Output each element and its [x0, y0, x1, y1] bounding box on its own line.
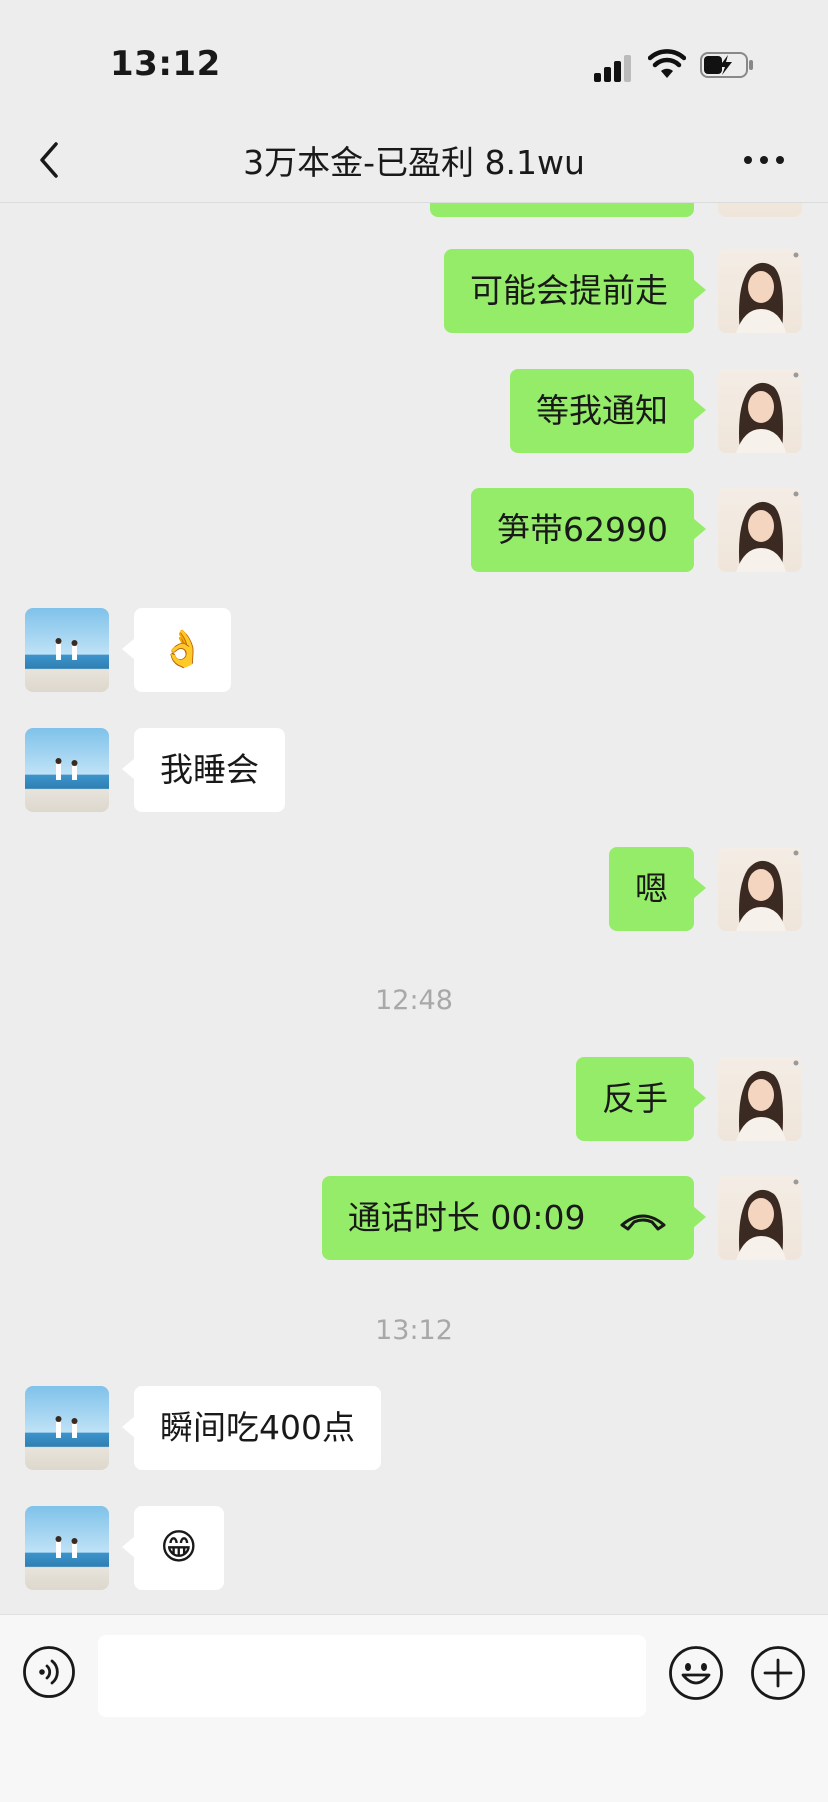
- message-bubble-other[interactable]: 👌: [122, 608, 231, 692]
- message-bubble-self[interactable]: 等我通知: [510, 369, 706, 453]
- wifi-icon: [648, 49, 686, 78]
- avatar-self[interactable]: [718, 847, 802, 931]
- message-bubble-self[interactable]: 可能会提前走: [444, 249, 706, 333]
- avatar-self[interactable]: [718, 369, 802, 453]
- message-bubble-partial: [430, 203, 694, 217]
- avatar-contact[interactable]: [25, 728, 109, 812]
- input-bar: [0, 1614, 828, 1802]
- beach-couple-icon: [55, 1536, 78, 1558]
- message-input[interactable]: [98, 1635, 646, 1717]
- message-list[interactable]: 可能会提前走 等我通知 笋带62990 👌 我睡会 嗯 12:48 反手 通话时…: [0, 203, 828, 1613]
- status-bar: 13:12: [0, 0, 828, 120]
- woman-portrait-icon: [736, 491, 799, 572]
- woman-portrait-icon: [736, 252, 799, 333]
- avatar-self[interactable]: [718, 488, 802, 572]
- woman-portrait-icon: [736, 1179, 799, 1260]
- avatar-self[interactable]: [718, 249, 802, 333]
- message-timestamp: 13:12: [375, 1315, 453, 1346]
- status-time: 13:12: [110, 44, 221, 84]
- beach-couple-icon: [55, 758, 78, 780]
- beach-couple-icon: [55, 1416, 78, 1438]
- avatar-self[interactable]: [718, 203, 802, 217]
- message-bubble-self[interactable]: 嗯: [609, 847, 706, 931]
- message-bubble-other[interactable]: 我睡会: [122, 728, 285, 812]
- phone-hangup-icon: [620, 1214, 666, 1230]
- message-bubble-other[interactable]: 😁: [122, 1506, 224, 1590]
- woman-portrait-icon: [736, 372, 799, 453]
- cellular-signal-icon: [594, 52, 634, 82]
- more-options-icon[interactable]: [740, 138, 788, 182]
- add-more-icon[interactable]: [750, 1645, 806, 1701]
- call-duration-label: 通话时长 00:09: [347, 1198, 586, 1237]
- message-bubble-other[interactable]: 瞬间吃400点: [122, 1386, 381, 1470]
- avatar-contact[interactable]: [25, 1506, 109, 1590]
- voice-input-icon[interactable]: [22, 1645, 76, 1699]
- message-bubble-self[interactable]: 笋带62990: [471, 488, 706, 572]
- chat-title: 3万本金-已盈利 8.1wu: [243, 143, 585, 182]
- message-bubble-self[interactable]: 反手: [576, 1057, 706, 1141]
- emoji-icon[interactable]: [668, 1645, 724, 1701]
- woman-portrait-icon: [736, 1060, 799, 1141]
- call-record-bubble[interactable]: 通话时长 00:09: [321, 1176, 707, 1260]
- chat-header: 3万本金-已盈利 8.1wu: [0, 120, 828, 203]
- beach-couple-icon: [55, 638, 78, 660]
- woman-portrait-icon: [736, 850, 799, 931]
- avatar-contact[interactable]: [25, 608, 109, 692]
- avatar-self[interactable]: [718, 1057, 802, 1141]
- battery-charging-icon: [700, 52, 753, 78]
- avatar-contact[interactable]: [25, 1386, 109, 1470]
- avatar-self[interactable]: [718, 1176, 802, 1260]
- message-timestamp: 12:48: [375, 985, 453, 1016]
